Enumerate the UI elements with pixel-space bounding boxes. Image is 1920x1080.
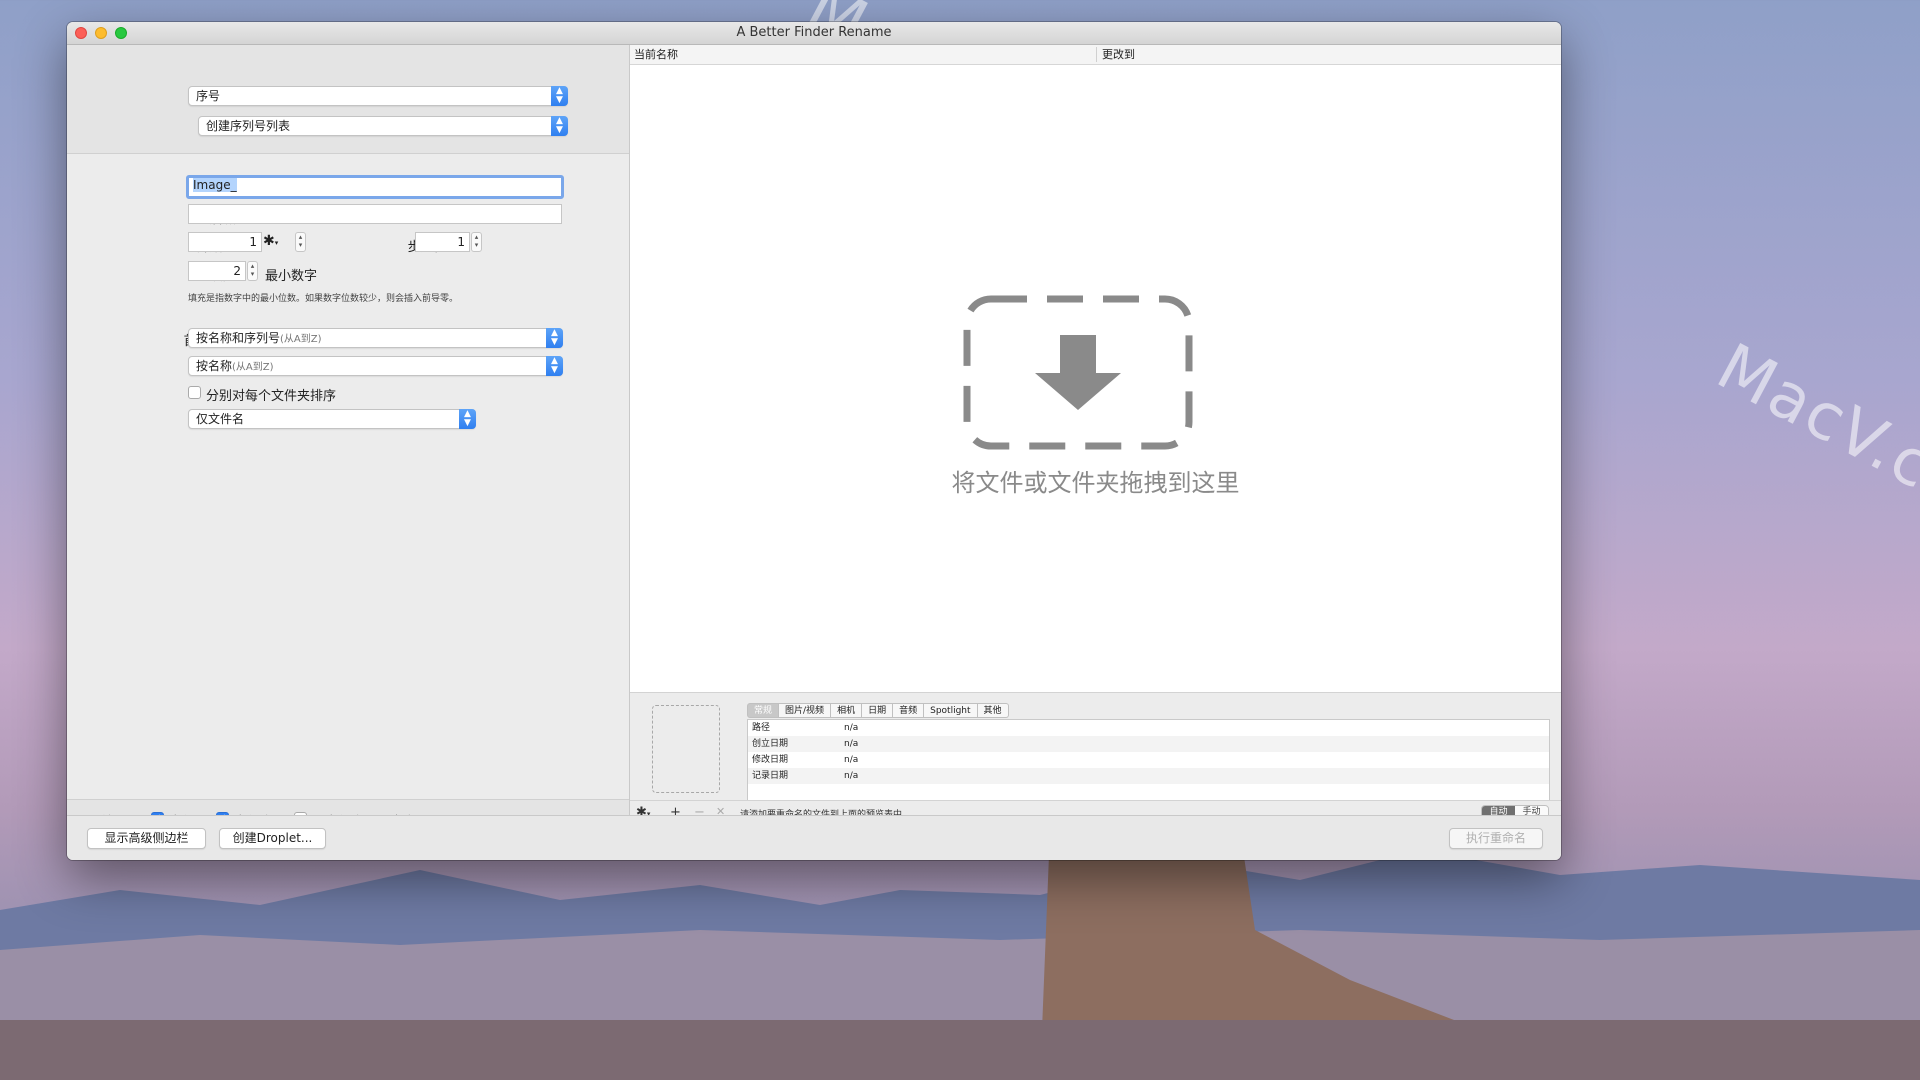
sort-first-popup[interactable]: 按名称和序列号(从A到Z) ▲ ▼ bbox=[188, 328, 563, 348]
options-panel: 类别: 序号 ▲▼ 动作: 创建序列号列表 ▲▼ 前缀: Image_ 后缀: … bbox=[67, 45, 630, 838]
create-droplet-button[interactable]: 创建Droplet... bbox=[219, 828, 326, 849]
window-title: A Better Finder Rename bbox=[736, 25, 892, 40]
table-row: 记录日期 n/a bbox=[748, 768, 1549, 784]
then-subtext: (从A到Z) bbox=[232, 362, 274, 373]
category-popup[interactable]: 序号 ▲ ▼ bbox=[188, 86, 568, 106]
prefix-value: Image_ bbox=[193, 178, 237, 192]
table-row: 修改日期 n/a bbox=[748, 752, 1549, 768]
thumbnail-placeholder bbox=[652, 705, 720, 793]
sort-first-value: 按名称和序列号 bbox=[196, 331, 281, 345]
rename-button[interactable]: 执行重命名 bbox=[1449, 828, 1543, 849]
action-popup[interactable]: 创建序列号列表 ▲ ▼ bbox=[198, 116, 568, 136]
tab-other[interactable]: 其他 bbox=[977, 703, 1009, 718]
metadata-value: n/a bbox=[844, 771, 859, 781]
start-stepper[interactable]: ▴ ▾ bbox=[295, 232, 306, 252]
info-inspector: 常规 图片/视频 相机 日期 音频 Spotlight 其他 路径 n/a 创立… bbox=[630, 692, 1561, 803]
tab-camera[interactable]: 相机 bbox=[831, 703, 863, 718]
column-divider[interactable] bbox=[1096, 47, 1097, 62]
tab-image-video[interactable]: 图片/视频 bbox=[779, 703, 832, 718]
app-window: A Better Finder Rename 类别: 序号 ▲▼ 动作: 创建序… bbox=[67, 22, 1561, 860]
metadata-table: 路径 n/a 创立日期 n/a 修改日期 n/a 记录日期 n/a bbox=[747, 719, 1550, 803]
sort-first-subtext: (从A到Z) bbox=[280, 334, 322, 345]
gear-icon[interactable]: ✱▾ bbox=[263, 234, 278, 250]
show-advanced-sidebar-button[interactable]: 显示高级侧边栏 bbox=[87, 828, 206, 849]
title-bar: A Better Finder Rename bbox=[67, 22, 1561, 45]
metadata-value: n/a bbox=[844, 723, 859, 733]
per-folder-checkbox[interactable] bbox=[188, 386, 201, 399]
category-action-area: 类别: 序号 ▲▼ 动作: 创建序列号列表 ▲▼ bbox=[67, 45, 629, 154]
action-value: 创建序列号列表 bbox=[206, 119, 291, 133]
column-new-name[interactable]: 更改到 bbox=[1102, 45, 1135, 64]
step-field[interactable]: 1 bbox=[415, 232, 470, 252]
tab-general[interactable]: 常规 bbox=[747, 703, 780, 718]
chevron-updown-icon: ▲ ▼ bbox=[546, 328, 563, 348]
prefix-field[interactable]: Image_ bbox=[186, 175, 564, 199]
window-footer: 显示高级侧边栏 创建Droplet... 执行重命名 bbox=[67, 815, 1561, 860]
pad-unit-label: 最小数字 bbox=[265, 269, 318, 284]
suffix-field[interactable] bbox=[188, 204, 562, 224]
column-current-name[interactable]: 当前名称 bbox=[634, 45, 678, 64]
watermark: MacV.com bbox=[1705, 330, 1920, 555]
table-row: 路径 n/a bbox=[748, 720, 1549, 736]
metadata-key: 记录日期 bbox=[752, 771, 789, 781]
change-popup[interactable]: 仅文件名 ▲ ▼ bbox=[188, 409, 476, 429]
chevron-updown-icon: ▲ ▼ bbox=[551, 86, 568, 106]
category-value: 序号 bbox=[196, 89, 221, 103]
table-row: 创立日期 n/a bbox=[748, 736, 1549, 752]
tab-date[interactable]: 日期 bbox=[862, 703, 894, 718]
table-header: 当前名称 更改到 bbox=[630, 45, 1561, 65]
change-value: 仅文件名 bbox=[196, 412, 245, 426]
chevron-updown-icon: ▲ ▼ bbox=[459, 409, 476, 429]
per-folder-label: 分别对每个文件夹排序 bbox=[206, 389, 337, 404]
pad-field[interactable]: 2 bbox=[188, 261, 246, 281]
tab-audio[interactable]: 音频 bbox=[893, 703, 925, 718]
then-popup[interactable]: 按名称(从A到Z) ▲ ▼ bbox=[188, 356, 563, 376]
metadata-key: 修改日期 bbox=[752, 755, 789, 765]
info-tabs: 常规 图片/视频 相机 日期 音频 Spotlight 其他 bbox=[747, 703, 1009, 718]
preview-panel: 当前名称 更改到 将文件或文件夹拖拽到这里 常规 图片/视频 相机 日期 音频 … bbox=[630, 45, 1561, 824]
then-value: 按名称 bbox=[196, 359, 233, 373]
step-stepper[interactable]: ▴ ▾ bbox=[471, 232, 482, 252]
chevron-updown-icon: ▲ ▼ bbox=[546, 356, 563, 376]
tab-spotlight[interactable]: Spotlight bbox=[924, 703, 978, 718]
chevron-updown-icon: ▲ ▼ bbox=[551, 116, 568, 136]
metadata-value: n/a bbox=[844, 739, 859, 749]
metadata-key: 路径 bbox=[752, 723, 771, 733]
metadata-key: 创立日期 bbox=[752, 739, 789, 749]
metadata-value: n/a bbox=[844, 755, 859, 765]
desktop-landscape bbox=[0, 830, 1920, 1080]
start-field[interactable]: 1 bbox=[188, 232, 262, 252]
pad-stepper[interactable]: ▴ ▾ bbox=[247, 261, 258, 281]
dropzone-text: 将文件或文件夹拖拽到这里 bbox=[951, 469, 1240, 497]
download-arrow-icon bbox=[963, 295, 1193, 450]
pad-hint: 填充是指数字中的最小位数。如果数字位数较少，则会插入前导零。 bbox=[188, 294, 459, 304]
